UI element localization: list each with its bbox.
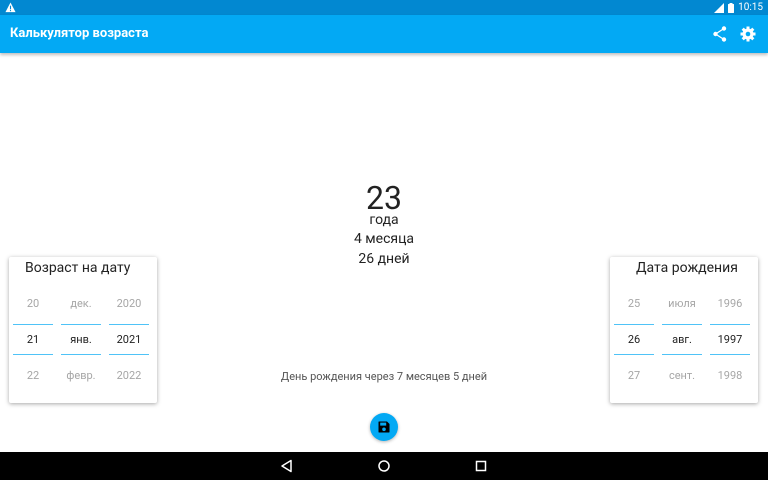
age-months: 4 месяца bbox=[353, 231, 415, 247]
age-days: 26 дней bbox=[358, 251, 410, 267]
navigation-bar bbox=[0, 452, 768, 480]
status-bar: 10:15 bbox=[0, 0, 768, 15]
birth-date-title: Дата рождения bbox=[636, 260, 738, 276]
picker-selected-value[interactable]: 21 bbox=[15, 333, 51, 347]
picker-divider bbox=[710, 354, 750, 355]
picker-divider bbox=[13, 324, 53, 325]
picker-divider bbox=[614, 354, 654, 355]
picker-divider bbox=[614, 324, 654, 325]
share-icon[interactable] bbox=[711, 25, 729, 43]
picker-divider bbox=[13, 354, 53, 355]
next-birthday-text: День рождения через 7 месяцев 5 дней bbox=[280, 370, 488, 383]
home-icon[interactable] bbox=[377, 459, 391, 473]
status-time: 10:15 bbox=[738, 2, 763, 13]
picker-next-value[interactable]: 1998 bbox=[712, 369, 748, 383]
picker-divider bbox=[662, 354, 702, 355]
picker-selected-value[interactable]: 1997 bbox=[712, 333, 748, 347]
target-date-title: Возраст на дату bbox=[25, 260, 131, 276]
picker-selected-value[interactable]: 2021 bbox=[111, 333, 147, 347]
picker-next-value[interactable]: февр. bbox=[63, 369, 99, 383]
save-button[interactable] bbox=[370, 413, 398, 441]
picker-divider bbox=[61, 324, 101, 325]
recents-icon[interactable] bbox=[474, 459, 488, 473]
picker-divider bbox=[710, 324, 750, 325]
battery-icon bbox=[728, 2, 735, 13]
picker-selected-value[interactable]: авг. bbox=[664, 333, 700, 347]
picker-prev-value[interactable]: дек. bbox=[63, 297, 99, 311]
picker-selected-value[interactable]: 26 bbox=[616, 333, 652, 347]
picker-selected-value[interactable]: янв. bbox=[63, 333, 99, 347]
settings-icon[interactable] bbox=[739, 25, 757, 43]
save-icon bbox=[378, 421, 390, 433]
picker-prev-value[interactable]: 20 bbox=[15, 297, 51, 311]
age-years-unit: года bbox=[369, 212, 399, 228]
signal-icon bbox=[714, 2, 725, 13]
picker-divider bbox=[109, 324, 149, 325]
app-title: Калькулятор возраста bbox=[10, 26, 149, 41]
picker-prev-value[interactable]: 1996 bbox=[712, 297, 748, 311]
picker-prev-value[interactable]: 2020 bbox=[111, 297, 147, 311]
picker-divider bbox=[61, 354, 101, 355]
app-bar: Калькулятор возраста bbox=[0, 15, 768, 53]
picker-next-value[interactable]: 27 bbox=[616, 369, 652, 383]
picker-next-value[interactable]: сент. bbox=[664, 369, 700, 383]
back-icon[interactable] bbox=[280, 459, 294, 473]
picker-next-value[interactable]: 2022 bbox=[111, 369, 147, 383]
warning-icon bbox=[5, 2, 16, 13]
picker-prev-value[interactable]: 25 bbox=[616, 297, 652, 311]
picker-divider bbox=[662, 324, 702, 325]
picker-prev-value[interactable]: июля bbox=[664, 297, 700, 311]
picker-divider bbox=[109, 354, 149, 355]
picker-next-value[interactable]: 22 bbox=[15, 369, 51, 383]
